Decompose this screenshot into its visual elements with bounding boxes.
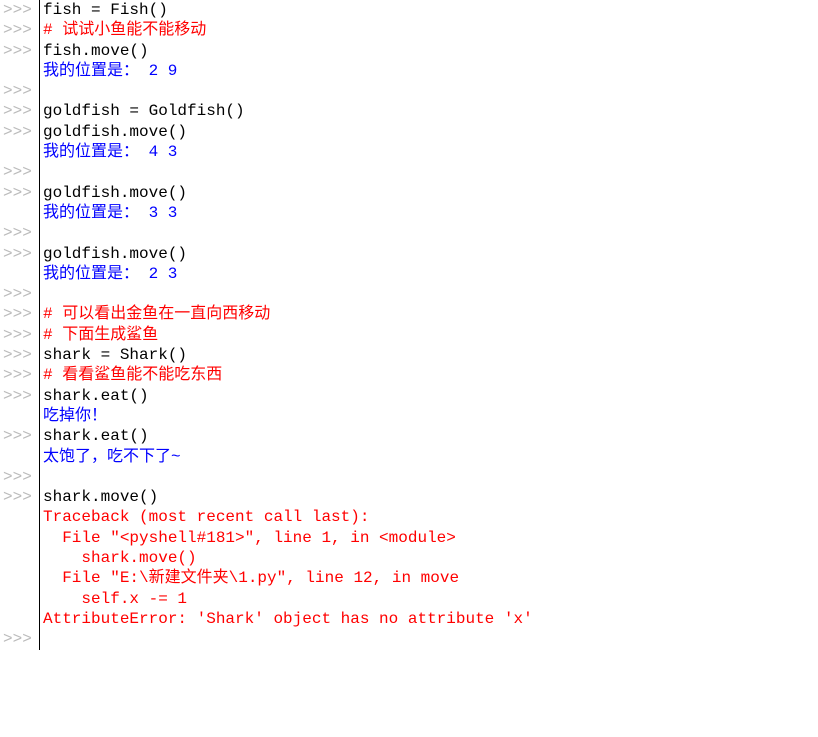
prompt-marker: >>> bbox=[0, 386, 39, 406]
prompt-marker bbox=[0, 447, 39, 467]
prompt-marker bbox=[0, 589, 39, 609]
prompt-marker bbox=[0, 61, 39, 81]
traceback-line: AttributeError: 'Shark' object has no at… bbox=[43, 609, 818, 629]
comment-line: # 看看鲨鱼能不能吃东西 bbox=[43, 365, 818, 385]
prompt-marker bbox=[0, 142, 39, 162]
code-line: fish = Fish() bbox=[43, 0, 818, 20]
code-line: goldfish.move() bbox=[43, 122, 818, 142]
prompt-gutter: >>>>>>>>>>>>>>>>>>>>>>>>>>>>>>>>>>>>>>>>… bbox=[0, 0, 40, 650]
code-line bbox=[43, 629, 818, 649]
code-line: shark.eat() bbox=[43, 426, 818, 446]
code-line: goldfish.move() bbox=[43, 183, 818, 203]
prompt-marker: >>> bbox=[0, 426, 39, 446]
prompt-marker bbox=[0, 548, 39, 568]
prompt-marker: >>> bbox=[0, 20, 39, 40]
code-line bbox=[43, 81, 818, 101]
prompt-marker bbox=[0, 507, 39, 527]
prompt-marker: >>> bbox=[0, 162, 39, 182]
prompt-marker: >>> bbox=[0, 304, 39, 324]
code-line bbox=[43, 223, 818, 243]
stdout-line: 我的位置是： 3 3 bbox=[43, 203, 818, 223]
traceback-line: shark.move() bbox=[43, 548, 818, 568]
prompt-marker: >>> bbox=[0, 81, 39, 101]
prompt-marker bbox=[0, 264, 39, 284]
code-line bbox=[43, 162, 818, 182]
stdout-line: 我的位置是： 4 3 bbox=[43, 142, 818, 162]
prompt-marker: >>> bbox=[0, 629, 39, 649]
prompt-marker: >>> bbox=[0, 345, 39, 365]
traceback-line: Traceback (most recent call last): bbox=[43, 507, 818, 527]
code-line: shark.move() bbox=[43, 487, 818, 507]
code-line: fish.move() bbox=[43, 41, 818, 61]
stdout-line: 我的位置是： 2 9 bbox=[43, 61, 818, 81]
prompt-marker: >>> bbox=[0, 365, 39, 385]
stdout-line: 太饱了，吃不下了~ bbox=[43, 447, 818, 467]
prompt-marker: >>> bbox=[0, 41, 39, 61]
code-line bbox=[43, 467, 818, 487]
prompt-marker: >>> bbox=[0, 183, 39, 203]
prompt-marker bbox=[0, 568, 39, 588]
comment-line: # 下面生成鲨鱼 bbox=[43, 325, 818, 345]
prompt-marker: >>> bbox=[0, 101, 39, 121]
prompt-marker: >>> bbox=[0, 487, 39, 507]
comment-line: # 可以看出金鱼在一直向西移动 bbox=[43, 304, 818, 324]
prompt-marker: >>> bbox=[0, 122, 39, 142]
repl-content[interactable]: fish = Fish()# 试试小鱼能不能移动fish.move()我的位置是… bbox=[40, 0, 818, 650]
traceback-line: File "<pyshell#181>", line 1, in <module… bbox=[43, 528, 818, 548]
traceback-line: self.x -= 1 bbox=[43, 589, 818, 609]
prompt-marker bbox=[0, 203, 39, 223]
prompt-marker: >>> bbox=[0, 223, 39, 243]
traceback-line: File "E:\新建文件夹\1.py", line 12, in move bbox=[43, 568, 818, 588]
prompt-marker: >>> bbox=[0, 467, 39, 487]
stdout-line: 我的位置是： 2 3 bbox=[43, 264, 818, 284]
code-line bbox=[43, 284, 818, 304]
code-line: shark = Shark() bbox=[43, 345, 818, 365]
prompt-marker: >>> bbox=[0, 284, 39, 304]
prompt-marker: >>> bbox=[0, 0, 39, 20]
comment-line: # 试试小鱼能不能移动 bbox=[43, 20, 818, 40]
code-line: goldfish.move() bbox=[43, 244, 818, 264]
code-line: shark.eat() bbox=[43, 386, 818, 406]
prompt-marker: >>> bbox=[0, 325, 39, 345]
stdout-line: 吃掉你！ bbox=[43, 406, 818, 426]
prompt-marker bbox=[0, 609, 39, 629]
prompt-marker bbox=[0, 528, 39, 548]
prompt-marker: >>> bbox=[0, 244, 39, 264]
code-line: goldfish = Goldfish() bbox=[43, 101, 818, 121]
prompt-marker bbox=[0, 406, 39, 426]
